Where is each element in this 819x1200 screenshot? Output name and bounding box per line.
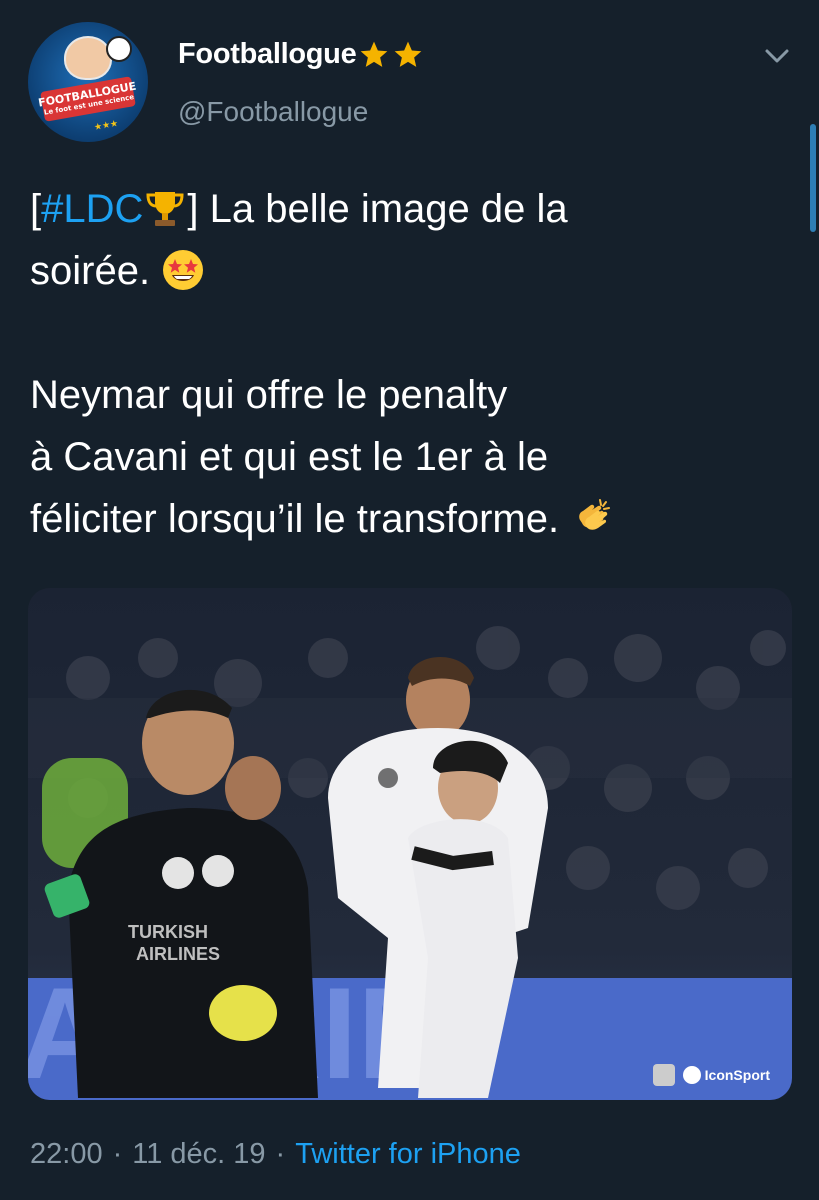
- bracket-open: [: [30, 187, 42, 231]
- avatar-banner: FOOTBALLOGUE Le foot est une science: [37, 76, 137, 122]
- tweet-text-line: à Cavani et qui est le 1er à le: [30, 435, 549, 479]
- author-display-name[interactable]: Footballogue: [178, 38, 357, 71]
- avatar-stars-icon: ★★★: [93, 117, 119, 133]
- watermark-logo-icon: [652, 1064, 675, 1086]
- tweet-source-link[interactable]: Twitter for iPhone: [295, 1138, 521, 1171]
- tweet-meta: 22:00 · 11 déc. 19 · Twitter for iPhone: [30, 1138, 521, 1171]
- avatar-ball-icon: [106, 36, 132, 62]
- tweet-text-segment: ] La belle image de la: [187, 187, 568, 231]
- author-handle[interactable]: @Footballogue: [178, 96, 368, 128]
- star-emoji-icon: [361, 41, 388, 67]
- clapping-hands-icon: [579, 499, 611, 530]
- scrollbar[interactable]: [810, 124, 816, 232]
- watermark-text: IconSport: [704, 1067, 770, 1083]
- svg-text:TURKISH: TURKISH: [128, 922, 208, 942]
- chevron-down-icon[interactable]: [762, 44, 792, 68]
- tweet-text-line: féliciter lorsqu’il le transforme.: [30, 488, 800, 550]
- author-name-row[interactable]: Footballogue: [178, 38, 426, 71]
- hashtag-link[interactable]: #LDC: [41, 187, 143, 231]
- star-struck-icon: [163, 250, 204, 290]
- tweet-photo[interactable]: AZ RIM TURKISH AIRLINES: [28, 588, 792, 1100]
- photo-watermark: IconSport: [652, 1064, 770, 1086]
- star-star-emoji-icon: [358, 39, 426, 71]
- avatar[interactable]: FOOTBALLOGUE Le foot est une science ★★★: [28, 22, 148, 142]
- tweet-text-segment: soirée.: [30, 249, 151, 293]
- tweet-text-line: [#LDC ] La belle image de la: [30, 178, 800, 240]
- tweet-date[interactable]: 11 déc. 19: [132, 1138, 265, 1171]
- tweet-text-segment: féliciter lorsqu’il le transforme.: [30, 497, 560, 541]
- tweet-time[interactable]: 22:00: [30, 1138, 103, 1171]
- trophy-icon: [146, 192, 184, 226]
- tweet: FOOTBALLOGUE Le foot est une science ★★★…: [0, 0, 819, 1200]
- tweet-text-line: soirée.: [30, 240, 800, 302]
- tweet-text: [#LDC ] La belle image de la soirée. Neym…: [30, 178, 800, 550]
- star-emoji-icon: [395, 41, 422, 67]
- meta-separator: ·: [112, 1138, 123, 1170]
- tweet-text-line: Neymar qui offre le penalty: [30, 373, 508, 417]
- meta-separator: ·: [275, 1138, 286, 1170]
- photo-illustration: AZ RIM TURKISH AIRLINES: [28, 588, 792, 1100]
- watermark-ball-icon: [682, 1066, 701, 1084]
- svg-text:AIRLINES: AIRLINES: [136, 944, 220, 964]
- avatar-cartoon-face: [64, 36, 112, 80]
